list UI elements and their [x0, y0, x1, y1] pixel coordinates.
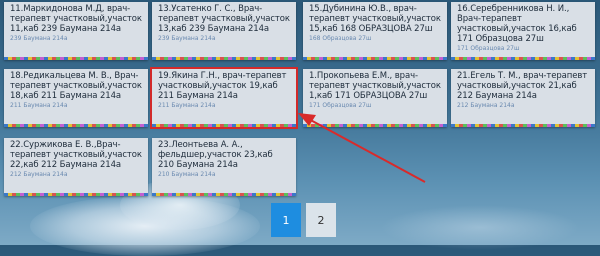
doctor-card[interactable]: 11.Маркидонова М.Д, врач-терапевт участк… — [4, 2, 148, 60]
doctor-address: 239 Баумана 214а — [158, 35, 216, 42]
doctor-card[interactable]: 13.Усатенко Г. С., Врач-терапевт участко… — [152, 2, 296, 60]
doctor-card[interactable]: 22.Суржикова Е. В.,Врач-терапевт участко… — [4, 138, 148, 196]
doctor-card[interactable]: 18.Редикальцева М. В., Врач-терапевт уча… — [4, 69, 148, 127]
doctor-title: 22.Суржикова Е. В.,Врач-терапевт участко… — [10, 140, 142, 170]
doctor-card[interactable]: 23.Леонтьева А. А., фельдшер,участок 23,… — [152, 138, 296, 196]
doctor-address: 210 Баумана 214а — [158, 171, 216, 178]
doctor-address: 171 Образцова 27ш — [309, 102, 372, 109]
doctor-title: 19.Якина Г.Н., врач-терапевт участковый,… — [158, 71, 287, 101]
doctor-title: 23.Леонтьева А. А., фельдшер,участок 23,… — [158, 140, 273, 170]
doctor-title: 16.Серебренникова Н. И., Врач-терапевт у… — [457, 4, 577, 44]
doctor-card[interactable]: 16.Серебренникова Н. И., Врач-терапевт у… — [451, 2, 595, 60]
doctor-title: 21.Егель Т. М., врач-терапевт участковый… — [457, 71, 588, 101]
doctor-address: 211 Баумана 214а — [158, 102, 216, 109]
doctor-card[interactable]: 15.Дубинина Ю.В., врач-терапевт участков… — [303, 2, 447, 60]
doctor-card[interactable]: 21.Егель Т. М., врач-терапевт участковый… — [451, 69, 595, 127]
doctor-card-selected[interactable]: 19.Якина Г.Н., врач-терапевт участковый,… — [150, 67, 298, 129]
doctor-address: 212 Баумана 214а — [10, 171, 68, 178]
page-2-button[interactable]: 2 — [306, 203, 336, 237]
doctor-address: 171 Образцова 27ш — [457, 45, 520, 52]
page-1-button[interactable]: 1 — [271, 203, 301, 237]
doctor-card[interactable]: 1.Прокопьева Е.М., врач-терапевт участко… — [303, 69, 447, 127]
doctor-title: 15.Дубинина Ю.В., врач-терапевт участков… — [309, 4, 441, 34]
doctor-address: 239 Баумана 214а — [10, 35, 68, 42]
doctor-title: 18.Редикальцева М. В., Врач-терапевт уча… — [10, 71, 142, 101]
doctor-title: 13.Усатенко Г. С., Врач-терапевт участко… — [158, 4, 290, 34]
doctor-title: 11.Маркидонова М.Д, врач-терапевт участк… — [10, 4, 142, 34]
doctor-address: 212 Баумана 214а — [457, 102, 515, 109]
background-cloud — [380, 205, 580, 250]
doctor-address: 211 Баумана 214а — [10, 102, 68, 109]
doctor-title: 1.Прокопьева Е.М., врач-терапевт участко… — [309, 71, 441, 101]
doctor-address: 168 Образцова 27ш — [309, 35, 372, 42]
